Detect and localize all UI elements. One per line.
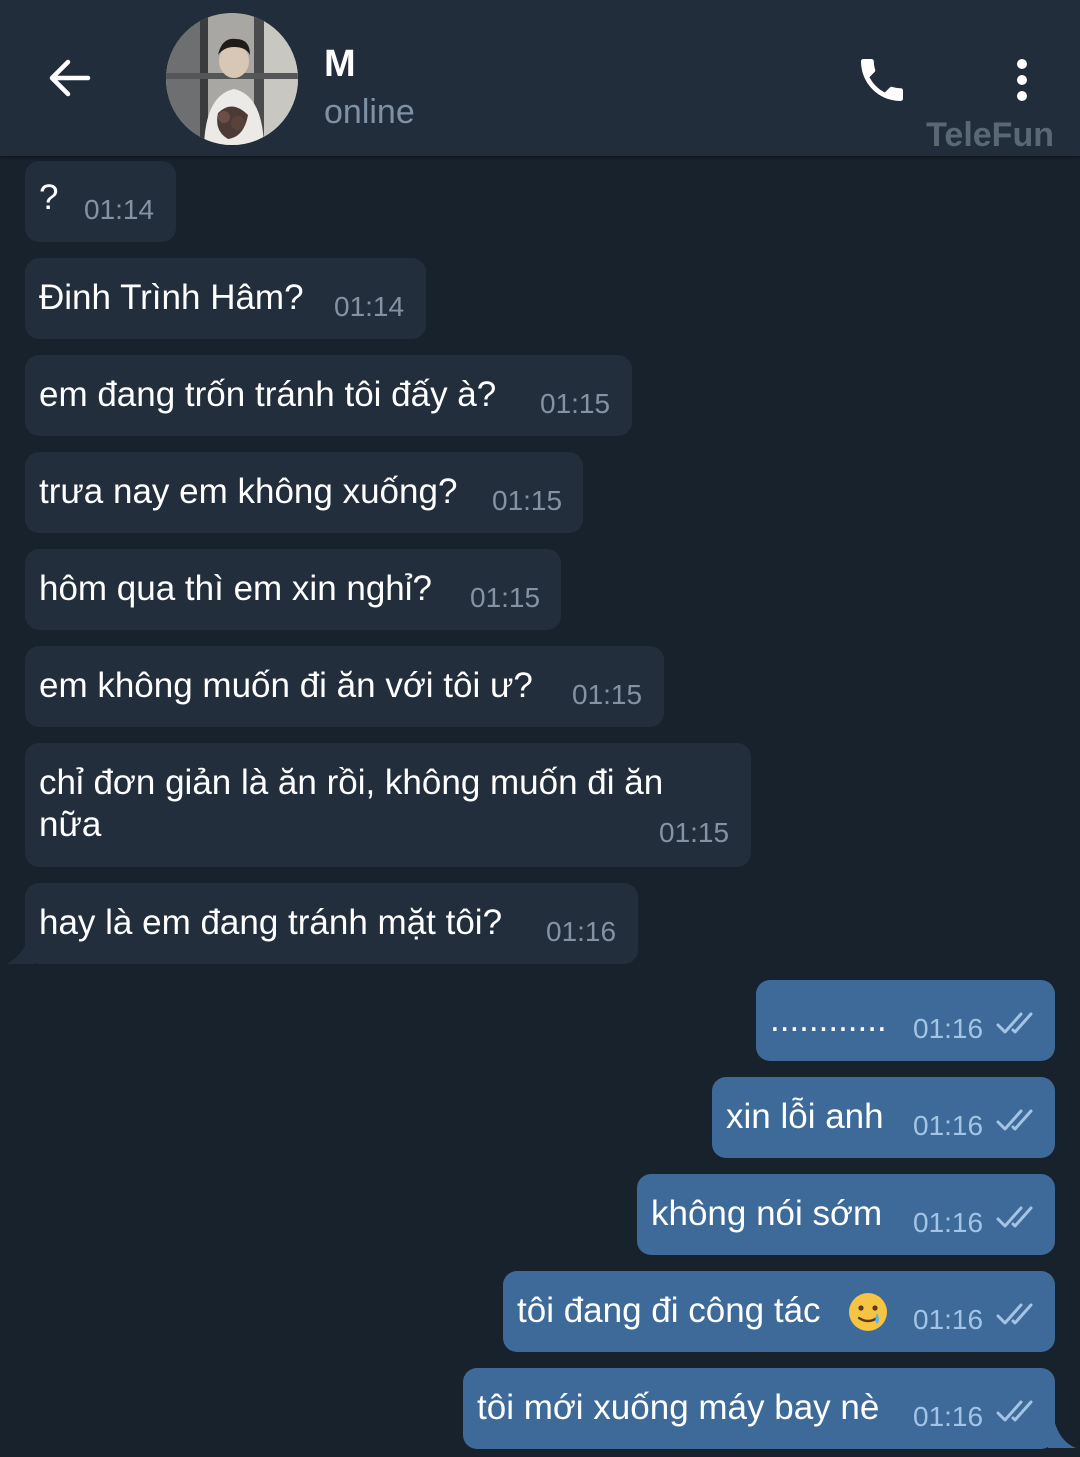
message-time: 01:14 [334, 291, 405, 322]
message-time: 01:16 [913, 1207, 984, 1238]
arrow-left-icon [49, 59, 91, 97]
message-outgoing[interactable]: xin lỗi anh 01:16 [712, 1077, 1055, 1158]
message-outgoing[interactable]: không nói sớm 01:16 [637, 1174, 1055, 1255]
message-list[interactable]: ? 01:14 Đinh Trình Hâm? 01:14 em đang tr… [0, 156, 1080, 1457]
more-vertical-icon [1017, 59, 1027, 101]
message-incoming[interactable]: trưa nay em không xuống? 01:15 [25, 452, 583, 533]
back-button[interactable] [30, 38, 110, 118]
phone-icon [861, 59, 903, 101]
message-text: Đinh Trình Hâm? [39, 278, 304, 317]
message-text: em đang trốn tránh tôi đấy à? [39, 375, 497, 414]
message-text: ............ [770, 1000, 887, 1039]
message-time: 01:16 [913, 1401, 984, 1432]
message-outgoing[interactable]: ............ 01:16 [756, 980, 1055, 1061]
message-text: tôi đang đi công tác [517, 1291, 821, 1330]
message-outgoing[interactable]: tôi mới xuống máy bay nè 01:16 [463, 1368, 1055, 1449]
message-incoming[interactable]: em không muốn đi ăn với tôi ư? 01:15 [25, 646, 664, 727]
outgoing-bubble-tail [1048, 1420, 1076, 1448]
message-time: 01:16 [913, 1304, 984, 1335]
message-text: tôi mới xuống máy bay nè [477, 1388, 880, 1427]
message-time: 01:15 [659, 817, 730, 848]
message-text: hôm qua thì em xin nghỉ? [39, 569, 433, 608]
message-time: 01:16 [913, 1110, 984, 1141]
watermark-logo: TeleFun [926, 116, 1054, 154]
contact-status: online [324, 93, 415, 131]
message-incoming[interactable]: em đang trốn tránh tôi đấy à? 01:15 [25, 355, 632, 436]
message-time: 01:15 [572, 679, 643, 710]
message-time: 01:16 [546, 916, 617, 947]
message-incoming[interactable]: hay là em đang tránh mặt tôi? 01:16 [25, 883, 638, 964]
incoming-bubble-tail [6, 940, 34, 964]
more-options-button[interactable] [992, 44, 1052, 116]
message-text-line-2: nữa [39, 805, 102, 844]
chat-header: M online TeleFun [0, 0, 1080, 156]
message-time: 01:15 [492, 485, 563, 516]
double-check-icon [996, 1012, 1033, 1034]
message-incoming[interactable]: hôm qua thì em xin nghỉ? 01:15 [25, 549, 561, 630]
message-time: 01:14 [84, 194, 155, 225]
message-text: không nói sớm [651, 1194, 883, 1233]
message-text: xin lỗi anh [726, 1097, 884, 1136]
avatar-photo [166, 13, 298, 145]
crying-smile-emoji [849, 1293, 887, 1331]
double-check-icon [996, 1303, 1033, 1325]
message-time: 01:15 [540, 388, 611, 419]
contact-avatar[interactable] [166, 13, 298, 145]
call-button[interactable] [846, 44, 918, 116]
message-time: 01:15 [470, 582, 541, 613]
message-outgoing[interactable]: tôi đang đi công tác 01:16 [503, 1271, 1055, 1352]
message-text-line-1: chỉ đơn giản là ăn rồi, không muốn đi ăn [39, 763, 664, 802]
message-incoming[interactable]: Đinh Trình Hâm? 01:14 [25, 258, 426, 339]
contact-name[interactable]: M [324, 40, 356, 88]
double-check-icon [996, 1206, 1033, 1228]
message-incoming[interactable]: ? 01:14 [25, 161, 176, 242]
message-text: ? [39, 178, 59, 217]
message-time: 01:16 [913, 1013, 984, 1044]
message-incoming[interactable]: chỉ đơn giản là ăn rồi, không muốn đi ăn… [25, 743, 751, 867]
double-check-icon [996, 1400, 1033, 1422]
double-check-icon [996, 1109, 1033, 1131]
message-text: hay là em đang tránh mặt tôi? [39, 903, 503, 942]
message-text: trưa nay em không xuống? [39, 472, 458, 511]
message-text: em không muốn đi ăn với tôi ư? [39, 666, 533, 705]
